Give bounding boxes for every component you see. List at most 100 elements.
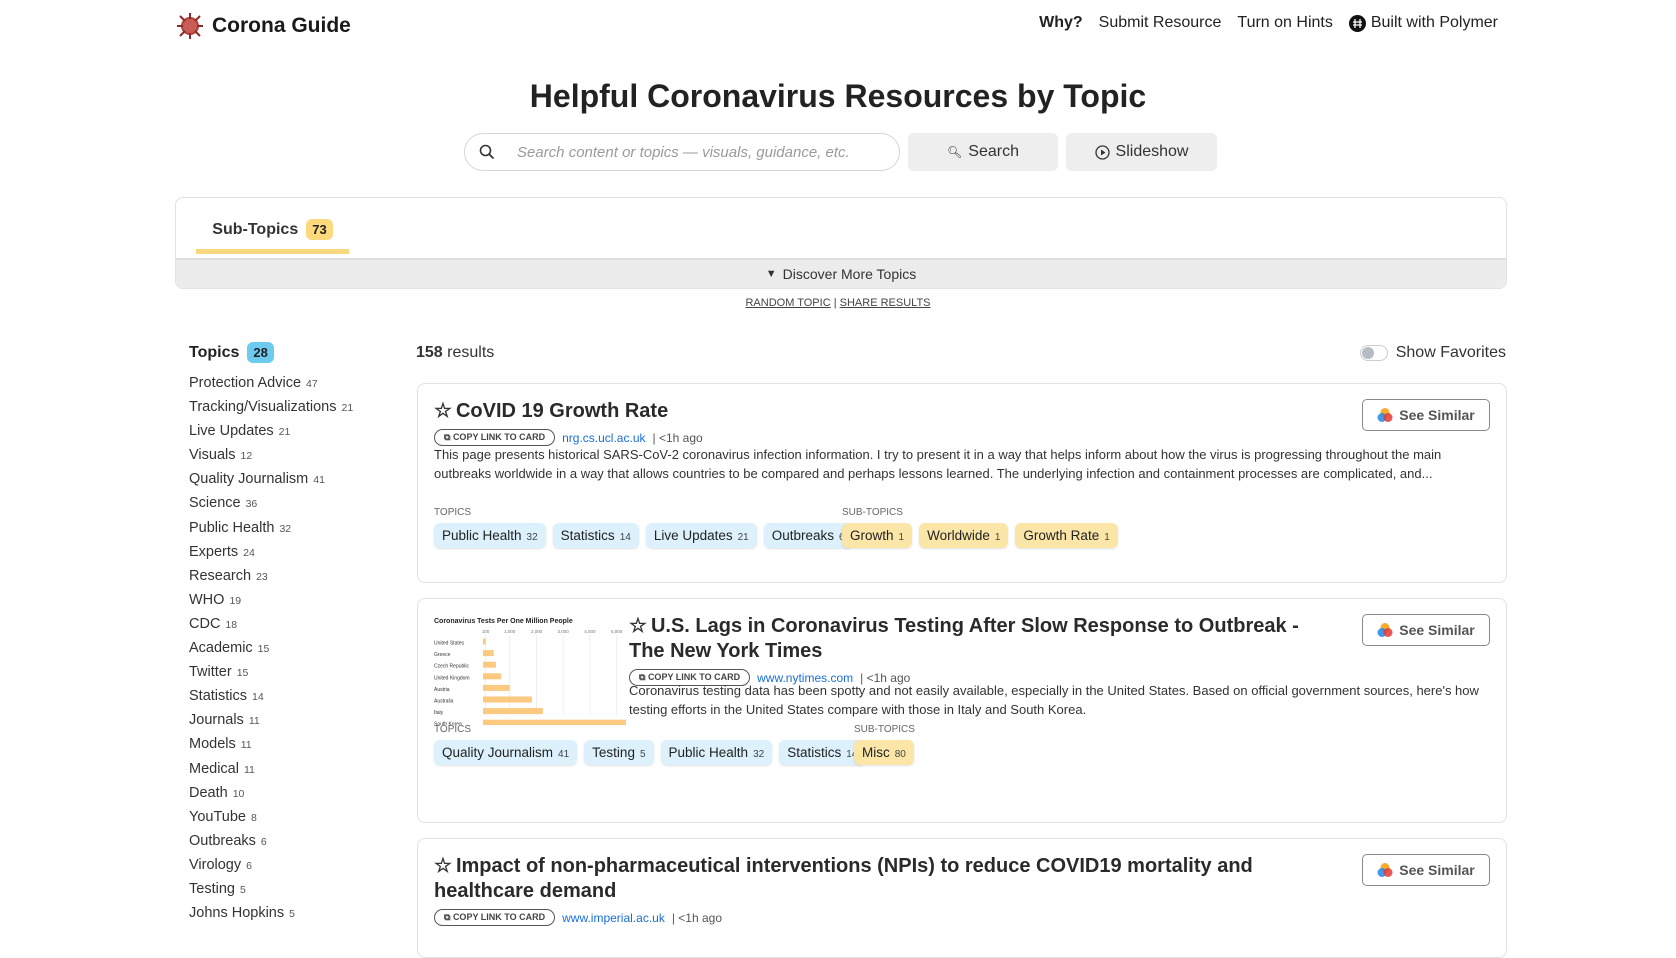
thumbnail-category-label: Italy bbox=[434, 710, 444, 716]
thumbnail-category-label: Austria bbox=[434, 687, 450, 693]
discover-more-topics[interactable]: ▼ Discover More Topics bbox=[176, 258, 1506, 288]
show-favorites[interactable]: Show Favorites bbox=[1359, 344, 1506, 362]
search-input[interactable] bbox=[517, 143, 857, 161]
nav-why[interactable]: Why? bbox=[1039, 14, 1083, 32]
see-similar-label: See Similar bbox=[1399, 622, 1475, 638]
topic-label: Quality Journalism bbox=[189, 471, 309, 488]
sidebar-topic[interactable]: Research 23 bbox=[189, 564, 353, 588]
see-similar-button[interactable]: See Similar bbox=[1362, 614, 1490, 646]
sidebar-topic[interactable]: Twitter 15 bbox=[189, 660, 353, 684]
chip-count: 5 bbox=[639, 749, 646, 760]
thumbnail-bar bbox=[483, 696, 532, 703]
subtopic-chip[interactable]: Growth 1 bbox=[842, 523, 913, 548]
topic-chip[interactable]: Outbreaks6 bbox=[763, 523, 853, 548]
copy-link-button[interactable]: ⧉ COPY LINK TO CARD bbox=[434, 909, 556, 926]
random-topic-link[interactable]: RANDOM TOPIC bbox=[745, 297, 830, 309]
sidebar-topic[interactable]: Johns Hopkins 5 bbox=[189, 901, 353, 925]
topic-chip[interactable]: Quality Journalism 41 bbox=[434, 740, 578, 765]
topic-count: 36 bbox=[245, 498, 258, 511]
favorites-toggle[interactable] bbox=[1359, 345, 1388, 361]
thumbnail-chart[interactable]: Coronavirus Tests Per One Million People… bbox=[434, 615, 630, 725]
sidebar-topic[interactable]: Virology 6 bbox=[189, 853, 353, 877]
nav-turn-on-hints[interactable]: Turn on Hints bbox=[1237, 14, 1332, 32]
sidebar-topic[interactable]: Models 11 bbox=[189, 732, 353, 756]
thumbnail-bar bbox=[483, 638, 486, 645]
topic-label: Academic bbox=[189, 640, 253, 657]
topic-count: 32 bbox=[279, 522, 292, 535]
topic-count: 21 bbox=[341, 402, 354, 415]
topic-label: Science bbox=[189, 495, 241, 512]
sidebar-topic[interactable]: Medical 11 bbox=[189, 757, 353, 781]
source-link[interactable]: nrg.cs.ucl.ac.uk bbox=[562, 431, 645, 445]
nav-submit-resource[interactable]: Submit Resource bbox=[1099, 14, 1222, 32]
slideshow-label: Slideshow bbox=[1115, 143, 1189, 160]
topic-chip[interactable]: Public Health 32 bbox=[434, 523, 546, 548]
source-link[interactable]: www.imperial.ac.uk bbox=[562, 911, 665, 925]
resource-card: See Similar ☆ CoVID 19 Growth Rate ⧉ COPY… bbox=[417, 383, 1507, 583]
chip-label: Statistics bbox=[787, 745, 842, 760]
topic-count: 8 bbox=[250, 811, 257, 824]
sidebar-topic[interactable]: Science 36 bbox=[189, 491, 353, 515]
sidebar-topic[interactable]: Journals 11 bbox=[189, 708, 353, 732]
thumbnail-tick-label: 2,000 bbox=[531, 629, 543, 634]
nav-built-with-polymer[interactable]: Built with Polymer bbox=[1348, 14, 1498, 32]
nav-polymer-label: Built with Polymer bbox=[1370, 14, 1498, 31]
thumbnail-tick-label: 1,000 bbox=[504, 629, 516, 634]
subtopic-chip[interactable]: Growth Rate 1 bbox=[1015, 523, 1118, 548]
sidebar-topic[interactable]: Statistics 14 bbox=[189, 684, 353, 708]
card-title[interactable]: ☆ U.S. Lags in Coronavirus Testing After … bbox=[629, 614, 1338, 664]
tab-sub-topics[interactable]: Sub-Topics 73 bbox=[196, 210, 349, 254]
chip-count: 14 bbox=[619, 532, 631, 543]
chip-label: Worldwide bbox=[927, 528, 990, 543]
chip-label: Live Updates bbox=[653, 528, 733, 543]
sidebar-topic[interactable]: Visuals 12 bbox=[189, 443, 353, 467]
star-icon[interactable]: ☆ bbox=[434, 855, 452, 877]
chip-count: 1 bbox=[994, 532, 1001, 543]
see-similar-button[interactable]: See Similar bbox=[1362, 399, 1490, 431]
topic-label: Tracking/Visualizations bbox=[189, 399, 337, 416]
see-similar-button[interactable]: See Similar bbox=[1362, 854, 1490, 886]
brand-logo[interactable]: Corona Guide bbox=[176, 12, 351, 40]
topic-count: 5 bbox=[239, 883, 246, 896]
sidebar-topic[interactable]: CDC 18 bbox=[189, 612, 353, 636]
share-results-link[interactable]: SHARE RESULTS bbox=[840, 297, 931, 309]
discover-label: Discover More Topics bbox=[782, 266, 917, 282]
card-title[interactable]: ☆ Impact of non-pharmaceutical interventi… bbox=[434, 854, 1338, 904]
topic-chip[interactable]: Live Updates 21 bbox=[645, 523, 757, 548]
subtopic-chip[interactable]: Worldwide 1 bbox=[919, 523, 1009, 548]
sidebar-topic[interactable]: Tracking/Visualizations 21 bbox=[189, 395, 353, 419]
sidebar-topic[interactable]: Public Health 32 bbox=[189, 516, 353, 540]
sidebar-topic[interactable]: Experts 24 bbox=[189, 540, 353, 564]
star-icon[interactable]: ☆ bbox=[629, 615, 647, 637]
topic-chip[interactable]: Statistics 14 bbox=[552, 523, 639, 548]
see-similar-label: See Similar bbox=[1399, 407, 1475, 423]
caret-down-icon: ▼ bbox=[765, 268, 777, 280]
topic-label: Journals bbox=[189, 712, 244, 729]
search-button[interactable]: 🔍︎ Search bbox=[908, 133, 1058, 171]
chip-count: 1 bbox=[1104, 532, 1110, 543]
sidebar-topic[interactable]: Protection Advice 47 bbox=[189, 371, 353, 395]
topic-chip[interactable]: Statistics 14 bbox=[779, 740, 866, 765]
timestamp: | <1h ago bbox=[671, 910, 722, 925]
subtopics-label: SUB-TOPICS bbox=[854, 724, 915, 735]
topic-chip[interactable]: Public Health 32 bbox=[660, 740, 773, 765]
card-title[interactable]: ☆ CoVID 19 Growth Rate bbox=[434, 399, 1338, 424]
copy-link-button[interactable]: ⧉ COPY LINK TO CARD bbox=[434, 429, 556, 446]
topic-count: 47 bbox=[306, 378, 318, 390]
sidebar-topic[interactable]: Live Updates 21 bbox=[189, 419, 353, 443]
sidebar-topic[interactable]: Outbreaks 6 bbox=[189, 829, 353, 853]
copy-label: COPY LINK TO CARD bbox=[452, 432, 546, 442]
sidebar-topic[interactable]: Quality Journalism 41 bbox=[189, 467, 353, 491]
subtopic-chip[interactable]: Misc 80 bbox=[854, 740, 914, 765]
sidebar-topic[interactable]: Testing 5 bbox=[189, 877, 353, 901]
sidebar-topic[interactable]: Academic 15 bbox=[189, 636, 353, 660]
topic-count: 15 bbox=[257, 643, 270, 656]
star-icon[interactable]: ☆ bbox=[434, 400, 452, 422]
slideshow-button[interactable]: Slideshow bbox=[1066, 133, 1217, 171]
sidebar-topic[interactable]: WHO 19 bbox=[189, 588, 353, 612]
search-icon: 🔍︎ bbox=[947, 145, 963, 159]
thumbnail-tick-label: 5,000 bbox=[611, 629, 623, 634]
topic-chip[interactable]: Testing 5 bbox=[584, 740, 654, 765]
sidebar-topic[interactable]: YouTube 8 bbox=[189, 805, 353, 829]
sidebar-topic[interactable]: Death 10 bbox=[189, 781, 353, 805]
